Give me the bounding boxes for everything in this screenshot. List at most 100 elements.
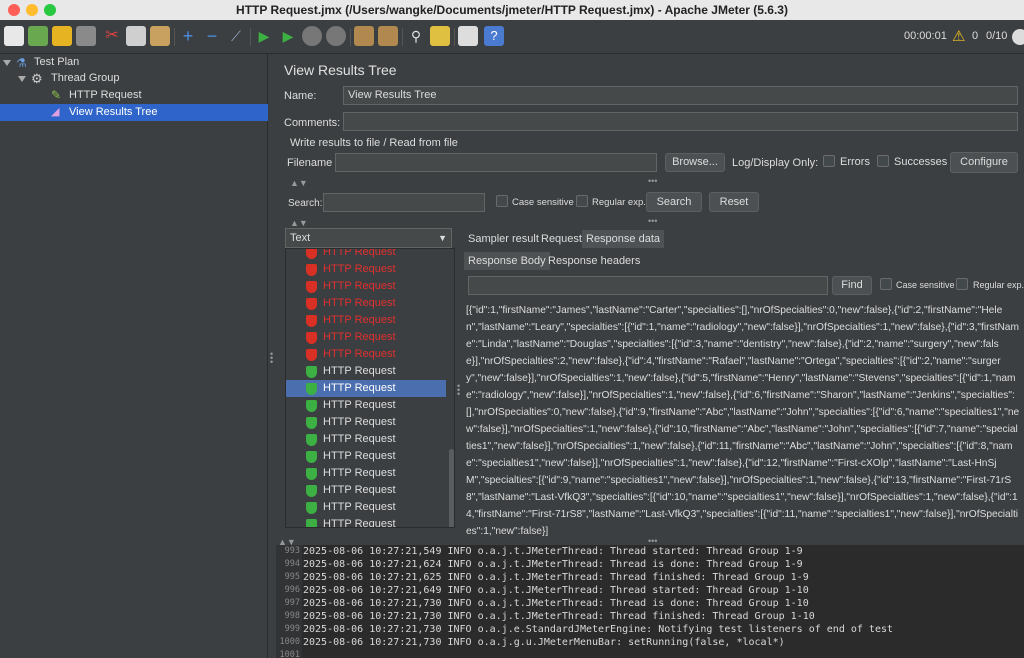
result-label: HTTP Request: [323, 365, 396, 377]
tree-item-thread-group[interactable]: ⚙ Thread Group: [0, 70, 268, 87]
tree-item-http-request[interactable]: ✎ HTTP Request: [0, 87, 268, 104]
log-line-number: 1001: [279, 650, 300, 658]
find-button[interactable]: Find: [832, 276, 872, 295]
result-row[interactable]: HTTP Request: [286, 380, 446, 397]
help-icon[interactable]: ?: [484, 26, 504, 46]
result-row[interactable]: HTTP Request: [286, 465, 446, 482]
toolbar-separator: [454, 28, 455, 46]
stop-icon[interactable]: [302, 26, 322, 46]
result-row[interactable]: HTTP Request: [286, 346, 446, 363]
result-row[interactable]: HTTP Request: [286, 482, 446, 499]
toolbar-separator: [402, 28, 403, 46]
filename-field[interactable]: [335, 153, 657, 172]
result-label: HTTP Request: [323, 263, 396, 275]
case-sensitive-label: Case sensitive: [512, 197, 574, 208]
toolbar-separator: [350, 28, 351, 46]
result-row[interactable]: HTTP Request: [286, 278, 446, 295]
cut-icon[interactable]: ✂: [102, 26, 122, 46]
renderer-select[interactable]: Text ▼: [285, 228, 452, 248]
result-label: HTTP Request: [323, 280, 396, 292]
result-row[interactable]: HTTP Request: [286, 312, 446, 329]
find-regex-checkbox[interactable]: [956, 278, 968, 290]
shutdown-icon[interactable]: [326, 26, 346, 46]
response-body-text[interactable]: [{"id":1,"firstName":"James","lastName":…: [466, 302, 1020, 540]
warning-icon[interactable]: ⚠: [952, 27, 965, 45]
find-input[interactable]: [468, 276, 828, 295]
save-icon[interactable]: [76, 26, 96, 46]
splitter-grip-icon[interactable]: •••: [270, 350, 273, 367]
result-row[interactable]: HTTP Request: [286, 448, 446, 465]
copy-icon[interactable]: [126, 26, 146, 46]
result-row[interactable]: HTTP Request: [286, 249, 446, 261]
case-sensitive-checkbox[interactable]: [496, 195, 508, 207]
toolbar-separator: [250, 28, 251, 46]
tab-sampler-result[interactable]: Sampler result: [464, 230, 543, 248]
chevron-down-icon[interactable]: [3, 60, 11, 66]
new-icon[interactable]: [4, 26, 24, 46]
browse-button[interactable]: Browse...: [665, 153, 725, 172]
zoom-window-button[interactable]: [44, 4, 56, 16]
clear-all-icon[interactable]: [378, 26, 398, 46]
minimize-window-button[interactable]: [26, 4, 38, 16]
start-no-pauses-icon[interactable]: ▶: [278, 26, 298, 46]
chevron-down-icon[interactable]: [18, 76, 26, 82]
errors-checkbox[interactable]: [823, 155, 835, 167]
tab-response-headers[interactable]: Response headers: [544, 252, 644, 270]
result-row[interactable]: HTTP Request: [286, 414, 446, 431]
close-window-button[interactable]: [8, 4, 20, 16]
result-row[interactable]: HTTP Request: [286, 431, 446, 448]
reset-search-icon[interactable]: [430, 26, 450, 46]
file-section-title: Write results to file / Read from file: [290, 137, 458, 149]
splitter-grip-icon[interactable]: ▲▼: [290, 178, 308, 188]
gear-icon: ⚙: [31, 71, 43, 86]
open-icon[interactable]: [52, 26, 72, 46]
response-subtabs: Response Body Response headers: [464, 250, 1024, 270]
splitter-grip-icon[interactable]: •••: [648, 216, 657, 226]
tree-item-label: Test Plan: [34, 56, 80, 68]
successes-checkbox[interactable]: [877, 155, 889, 167]
splitter-grip-icon[interactable]: •••: [648, 536, 657, 546]
tab-response-data[interactable]: Response data: [582, 230, 664, 248]
find-case-sensitive-checkbox[interactable]: [880, 278, 892, 290]
success-shield-icon: [306, 485, 317, 497]
result-row[interactable]: HTTP Request: [286, 516, 446, 527]
log-line-number: 998: [284, 611, 300, 621]
tree-item-view-results-tree[interactable]: ◢ View Results Tree: [0, 104, 268, 121]
result-label: HTTP Request: [323, 382, 396, 394]
search-button[interactable]: Search: [646, 192, 702, 212]
splitter-grip-icon[interactable]: ▲▼: [290, 218, 308, 228]
splitter-grip-icon[interactable]: •••: [457, 382, 460, 399]
splitter-grip-icon[interactable]: ▲▼: [278, 537, 296, 547]
result-row[interactable]: HTTP Request: [286, 329, 446, 346]
renderer-value: Text: [290, 232, 311, 244]
result-row[interactable]: HTTP Request: [286, 499, 446, 516]
comments-field[interactable]: [343, 112, 1018, 131]
collapse-icon[interactable]: −: [202, 26, 222, 46]
configure-button[interactable]: Configure: [950, 152, 1018, 173]
result-row[interactable]: HTTP Request: [286, 397, 446, 414]
log-line-text: 2025-08-06 10:27:21,624 INFO o.a.j.t.JMe…: [303, 559, 803, 570]
log-panel[interactable]: 993 2025-08-06 10:27:21,549 INFO o.a.j.t.…: [276, 545, 1024, 658]
expand-icon[interactable]: +: [178, 26, 198, 46]
tree-item-label: View Results Tree: [69, 106, 158, 118]
results-scrollbar[interactable]: [449, 449, 454, 527]
tree-item-label: HTTP Request: [69, 89, 142, 101]
tree-item-test-plan[interactable]: ⚗ Test Plan: [0, 54, 268, 71]
toggle-icon[interactable]: ⟋: [226, 26, 246, 46]
search-input[interactable]: [323, 193, 485, 212]
tab-response-body[interactable]: Response Body: [464, 252, 550, 270]
name-field[interactable]: View Results Tree: [343, 86, 1018, 105]
splitter-grip-icon[interactable]: •••: [648, 176, 657, 186]
function-helper-icon[interactable]: [458, 26, 478, 46]
result-row[interactable]: HTTP Request: [286, 363, 446, 380]
search-icon[interactable]: ⚲: [406, 26, 426, 46]
clear-icon[interactable]: [354, 26, 374, 46]
paste-icon[interactable]: [150, 26, 170, 46]
regex-checkbox[interactable]: [576, 195, 588, 207]
start-icon[interactable]: ▶: [254, 26, 274, 46]
templates-icon[interactable]: [28, 26, 48, 46]
result-row[interactable]: HTTP Request: [286, 261, 446, 278]
result-row[interactable]: HTTP Request: [286, 295, 446, 312]
reset-button[interactable]: Reset: [709, 192, 759, 212]
tab-request[interactable]: Request: [537, 230, 586, 248]
